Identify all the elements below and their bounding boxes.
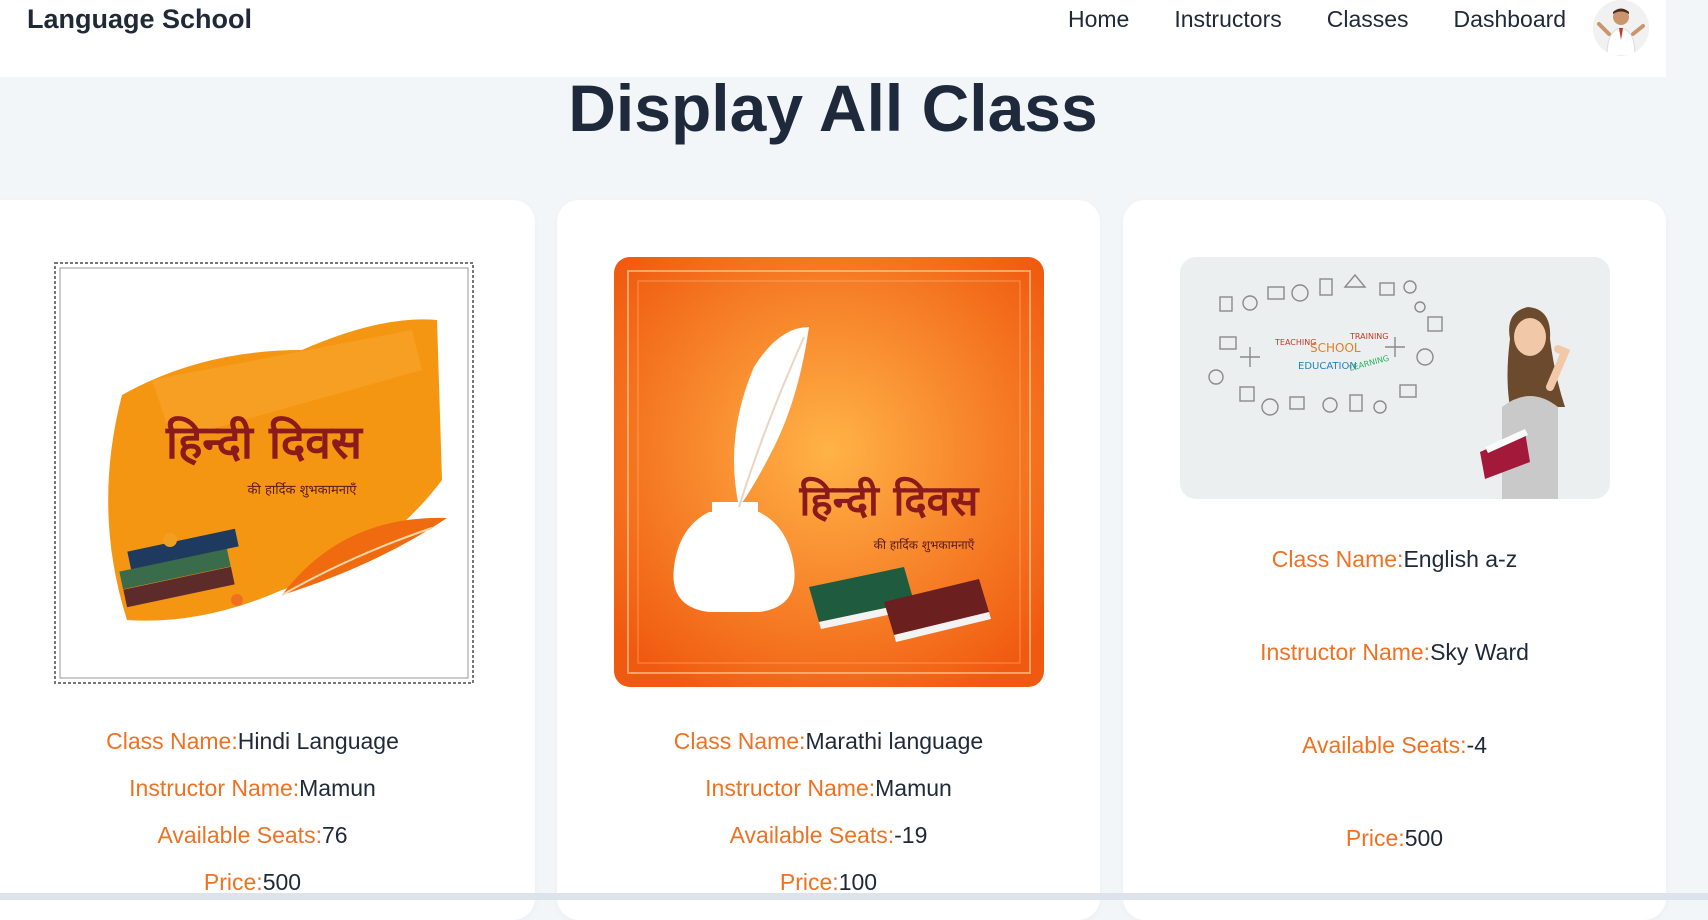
nav-links: Home Instructors Classes Dashboard — [1068, 6, 1611, 33]
class-name-label: Class Name: — [673, 728, 806, 754]
user-avatar-icon — [1593, 0, 1649, 56]
brand-logo-text[interactable]: Language School — [27, 4, 252, 35]
class-name-value: Hindi Language — [237, 728, 399, 754]
nav-dashboard[interactable]: Dashboard — [1454, 6, 1567, 33]
class-card: हिन्दी दिवस की हार्दिक शुभकामनाएँ Class … — [557, 200, 1100, 920]
instructor-name-value: Mamun — [299, 775, 376, 801]
class-image: TEACHING SCHOOL TRAINING EDUCATION LEARN… — [1180, 257, 1610, 499]
price-value: 500 — [1404, 825, 1444, 851]
available-seats-label: Available Seats: — [729, 822, 895, 848]
class-name-label: Class Name: — [106, 728, 238, 754]
available-seats-value: 76 — [321, 822, 348, 848]
price-value: 100 — [838, 869, 878, 895]
image-word-training: TRAINING — [1349, 332, 1388, 341]
image-word-school: SCHOOL — [1310, 341, 1361, 355]
class-info: Class Name:Hindi Language Instructor Nam… — [0, 728, 535, 896]
class-name-label: Class Name: — [1271, 546, 1404, 572]
available-seats-value: -19 — [894, 822, 928, 848]
instructor-name-label: Instructor Name: — [129, 775, 300, 801]
instructor-name-label: Instructor Name: — [1260, 639, 1431, 665]
image-subtitle-text: की हार्दिक शुभकामनाएँ — [247, 482, 357, 498]
class-image: हिन्दी दिवस की हार्दिक शुभकामनाएँ — [614, 257, 1044, 687]
class-name-value: Marathi language — [805, 728, 984, 754]
page-title: Display All Class — [568, 71, 1098, 145]
price-label: Price: — [1345, 825, 1405, 851]
instructor-name-value: Mamun — [875, 775, 952, 801]
navbar: Language School Home Instructors Classes… — [0, 0, 1666, 77]
image-title-text: हिन्दी दिवस — [799, 476, 980, 525]
class-card: हिन्दी दिवस की हार्दिक शुभकामनाएँ Class … — [0, 200, 535, 920]
user-avatar[interactable] — [1593, 0, 1649, 56]
class-info: Class Name:English a-z Instructor Name:S… — [1123, 546, 1666, 852]
class-info: Class Name:Marathi language Instructor N… — [557, 728, 1100, 896]
bottom-edge — [0, 893, 1708, 900]
nav-instructors[interactable]: Instructors — [1174, 6, 1281, 33]
image-title-text: हिन्दी दिवस — [165, 415, 364, 469]
instructor-name-value: Sky Ward — [1430, 639, 1529, 665]
available-seats-value: -4 — [1466, 732, 1487, 758]
price-value: 500 — [262, 869, 302, 895]
instructor-name-label: Instructor Name: — [705, 775, 876, 801]
nav-home[interactable]: Home — [1068, 6, 1129, 33]
class-name-value: English a-z — [1403, 546, 1518, 572]
price-label: Price: — [203, 869, 263, 895]
nav-classes[interactable]: Classes — [1327, 6, 1409, 33]
available-seats-label: Available Seats: — [157, 822, 322, 848]
class-card: TEACHING SCHOOL TRAINING EDUCATION LEARN… — [1123, 200, 1666, 920]
available-seats-label: Available Seats: — [1302, 732, 1467, 758]
price-label: Price: — [779, 869, 839, 895]
class-image: हिन्दी दिवस की हार्दिक शुभकामनाएँ — [52, 260, 476, 686]
image-subtitle-text: की हार्दिक शुभकामनाएँ — [874, 538, 975, 553]
